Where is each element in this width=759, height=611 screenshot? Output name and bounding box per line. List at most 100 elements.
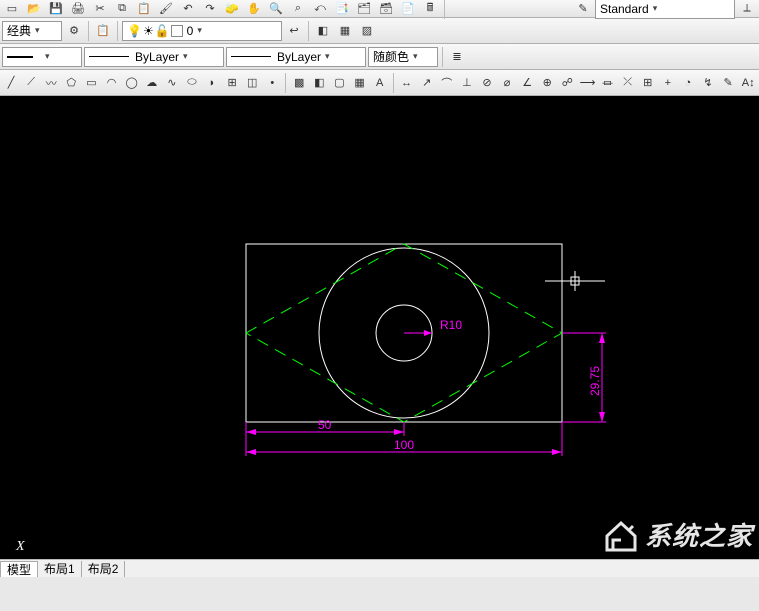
dim-space-icon[interactable]: ⏛ xyxy=(599,73,617,93)
separator xyxy=(442,47,443,67)
gradient-icon[interactable]: ◧ xyxy=(310,73,328,93)
linetype1-value: ByLayer xyxy=(135,50,179,64)
dim-tedit-icon[interactable]: A↕ xyxy=(739,73,757,93)
ellipse-icon[interactable]: ⬭ xyxy=(183,73,201,93)
dimr-arrow-t xyxy=(599,333,605,343)
layer-state-icons: 💡 ☀ 🔓 xyxy=(127,24,183,38)
line-icon[interactable]: ╱ xyxy=(2,73,20,93)
new-icon[interactable]: ▭ xyxy=(2,0,22,19)
point-icon[interactable]: • xyxy=(263,73,281,93)
match-icon[interactable]: 🖌 xyxy=(156,0,176,19)
dim-arc-icon[interactable]: ⌒ xyxy=(438,73,456,93)
dim-diameter-icon[interactable]: ⌀ xyxy=(498,73,516,93)
workspace-value: 经典 xyxy=(7,22,31,39)
tab-model[interactable]: 模型 xyxy=(0,561,38,577)
open-icon[interactable]: 📂 xyxy=(24,0,44,19)
table-icon[interactable]: ▦ xyxy=(350,73,368,93)
dim-baseline-icon[interactable]: ☍ xyxy=(558,73,576,93)
dim-radius-icon[interactable]: ⊘ xyxy=(478,73,496,93)
color-dropdown[interactable]: 随颜色 xyxy=(368,47,438,67)
toolbar-top: ▭ 📂 💾 🖨 ✂ ⧉ 📋 🖌 ↶ ↷ 🧽 ✋ 🔍 ⌕ ⤺ 📑 🗂 🗃 📄 🖩 … xyxy=(0,0,759,18)
zoom-icon[interactable]: 🔍 xyxy=(266,0,286,19)
make-current-icon[interactable]: ◧ xyxy=(313,21,333,41)
dim-quick-icon[interactable]: ⊕ xyxy=(538,73,556,93)
dim-aligned-icon[interactable]: ↗ xyxy=(418,73,436,93)
separator xyxy=(444,0,445,19)
layer-props-icon[interactable]: 📋 xyxy=(93,21,113,41)
tab-layout2-label: 布局2 xyxy=(88,560,119,577)
center-mark-icon[interactable]: + xyxy=(659,73,677,93)
text-style-dropdown[interactable]: Standard xyxy=(595,0,735,19)
layer-match-icon[interactable]: ▨ xyxy=(357,21,377,41)
linetype1-dropdown[interactable]: ByLayer xyxy=(84,47,224,67)
mtext-icon[interactable]: A xyxy=(371,73,389,93)
cut-icon[interactable]: ✂ xyxy=(90,0,110,19)
undo-icon[interactable]: ↶ xyxy=(178,0,198,19)
lineweight-dropdown[interactable] xyxy=(2,47,82,67)
separator xyxy=(308,21,309,41)
dim-inspect-icon[interactable]: ◔ xyxy=(679,73,697,93)
workspace-dropdown[interactable]: 经典 xyxy=(2,21,62,41)
toolpalette-icon[interactable]: 🗃 xyxy=(376,0,396,19)
ellipse-arc-icon[interactable]: ◗ xyxy=(203,73,221,93)
erase-icon[interactable]: 🧽 xyxy=(222,0,242,19)
separator xyxy=(285,73,286,93)
print-icon[interactable]: 🖨 xyxy=(68,0,88,19)
dim-continue-icon[interactable]: ⟶ xyxy=(578,73,596,93)
dim-angular-icon[interactable]: ∠ xyxy=(518,73,536,93)
tab-layout1[interactable]: 布局1 xyxy=(38,561,82,577)
tab-layout1-label: 布局1 xyxy=(44,560,75,577)
tolerance-icon[interactable]: ⊞ xyxy=(639,73,657,93)
tab-layout2[interactable]: 布局2 xyxy=(82,561,126,577)
dim100-arrow-r xyxy=(552,449,562,455)
circle-icon[interactable]: ◯ xyxy=(123,73,141,93)
revcloud-icon[interactable]: ☁ xyxy=(143,73,161,93)
xline-icon[interactable]: ⟋ xyxy=(22,73,40,93)
layer-dropdown[interactable]: 💡 ☀ 🔓 0 xyxy=(122,21,282,41)
freeze-icon: ☀ xyxy=(143,24,154,38)
hatch-icon[interactable]: ▩ xyxy=(290,73,308,93)
sheetset-icon[interactable]: 📄 xyxy=(398,0,418,19)
zoom-window-icon[interactable]: ⌕ xyxy=(288,0,308,19)
spline-icon[interactable]: ∿ xyxy=(163,73,181,93)
dim-break-icon[interactable]: ⤫ xyxy=(619,73,637,93)
dim-jog-icon[interactable]: ↯ xyxy=(699,73,717,93)
save-icon[interactable]: 💾 xyxy=(46,0,66,19)
pline-icon[interactable]: 〰 xyxy=(42,73,60,93)
properties-icon[interactable]: 📑 xyxy=(332,0,352,19)
pan-icon[interactable]: ✋ xyxy=(244,0,264,19)
status-bar: 模型 布局1 布局2 xyxy=(0,559,759,577)
dimr-arrow-b xyxy=(599,412,605,422)
linetype2-dropdown[interactable]: ByLayer xyxy=(226,47,366,67)
workspace-gear-icon[interactable]: ⚙ xyxy=(64,21,84,41)
color-value: 随颜色 xyxy=(373,48,409,65)
list-icon[interactable]: ≣ xyxy=(447,47,467,67)
dim-continue-icon[interactable]: ⟂ xyxy=(737,0,757,19)
make-block-icon[interactable]: ◫ xyxy=(243,73,261,93)
dim-ordinate-icon[interactable]: ⊥ xyxy=(458,73,476,93)
layer-iso-icon[interactable]: ▦ xyxy=(335,21,355,41)
paste-icon[interactable]: 📋 xyxy=(134,0,154,19)
dim-linear-icon[interactable]: ↔ xyxy=(398,73,416,93)
copy-icon[interactable]: ⧉ xyxy=(112,0,132,19)
layer-prev-icon[interactable]: ↩ xyxy=(284,21,304,41)
region-icon[interactable]: ▢ xyxy=(330,73,348,93)
separator xyxy=(117,21,118,41)
insert-block-icon[interactable]: ⊞ xyxy=(223,73,241,93)
text-style-value: Standard xyxy=(600,2,649,16)
arc-icon[interactable]: ◠ xyxy=(102,73,120,93)
dcenter-icon[interactable]: 🗂 xyxy=(354,0,374,19)
drawing-canvas[interactable]: R10 50 100 29.75 X 系统之家 xyxy=(0,96,759,559)
dimstyle-brush-icon[interactable]: ✎ xyxy=(573,0,593,19)
toolbar-workspace-layer: 经典 ⚙ 📋 💡 ☀ 🔓 0 ↩ ◧ ▦ ▨ xyxy=(0,18,759,44)
dim100-arrow-l xyxy=(246,449,256,455)
polygon-icon[interactable]: ⬠ xyxy=(62,73,80,93)
dim50-text: 50 xyxy=(318,418,332,432)
calc-icon[interactable]: 🖩 xyxy=(420,0,440,19)
redo-icon[interactable]: ↷ xyxy=(200,0,220,19)
rectangle-icon[interactable]: ▭ xyxy=(82,73,100,93)
zoom-prev-icon[interactable]: ⤺ xyxy=(310,0,330,19)
dim-edit-icon[interactable]: ✎ xyxy=(719,73,737,93)
lineweight-sample xyxy=(7,56,33,58)
radius-text: R10 xyxy=(440,318,462,332)
